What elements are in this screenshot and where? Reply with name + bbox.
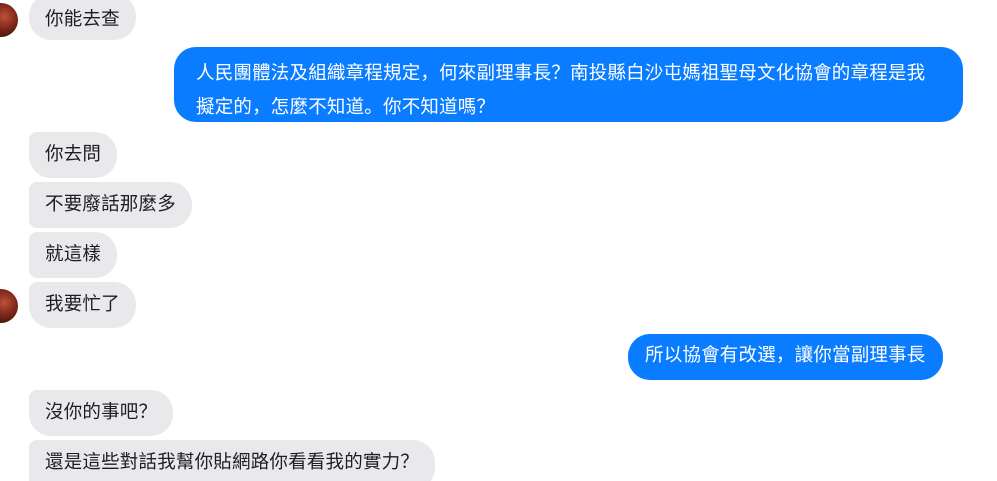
incoming-message: 不要廢話那麼多 — [29, 182, 192, 228]
contact-avatar[interactable] — [0, 3, 18, 37]
incoming-message: 你去問 — [29, 132, 118, 178]
incoming-message: 沒你的事吧？ — [29, 390, 174, 436]
incoming-message: 還是這些對話我幫你貼網路你看看我的實力？ — [29, 440, 436, 481]
outgoing-message: 所以協會有改選，讓你當副理事長 — [628, 334, 943, 380]
outgoing-message: 人民團體法及組織章程規定，何來副理事長？南投縣白沙屯媽祖聖母文化協會的章程是我擬… — [174, 47, 963, 122]
incoming-message: 就這樣 — [29, 232, 118, 278]
incoming-message: 你能去查 — [29, 0, 136, 40]
chat-conversation: 你能去查 人民團體法及組織章程規定，何來副理事長？南投縣白沙屯媽祖聖母文化協會的… — [0, 0, 997, 481]
incoming-message: 我要忙了 — [29, 282, 136, 328]
contact-avatar[interactable] — [0, 289, 18, 323]
